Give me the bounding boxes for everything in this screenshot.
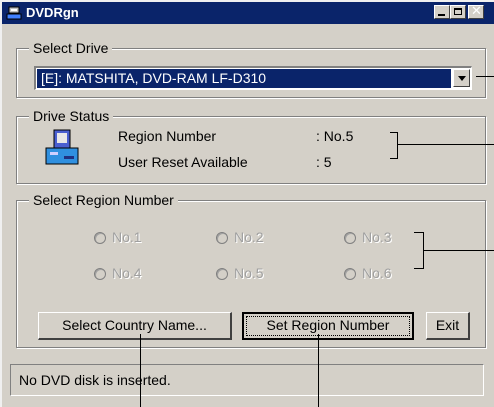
region-number-label: Region Number xyxy=(118,128,217,144)
region-label-1: No.1 xyxy=(112,229,142,245)
chevron-down-icon[interactable] xyxy=(453,69,470,87)
user-reset-label: User Reset Available xyxy=(118,154,248,170)
region-label-5: No.5 xyxy=(234,265,264,281)
callout-line-status xyxy=(397,144,494,145)
region-radio-4[interactable] xyxy=(94,268,106,280)
region-radio-6[interactable] xyxy=(344,268,356,280)
select-country-name-button[interactable]: Select Country Name... xyxy=(38,312,232,340)
window-title: DVDRgn xyxy=(26,5,79,20)
callout-bracket-region-bottom xyxy=(414,268,424,269)
callout-bracket-status-side xyxy=(397,132,398,158)
drive-select-value: [E]: MATSHITA, DVD-RAM LF-D310 xyxy=(37,69,451,88)
region-radio-1[interactable] xyxy=(94,232,106,244)
close-icon: ✕ xyxy=(471,3,482,18)
select-drive-legend: Select Drive xyxy=(29,40,113,56)
exit-button[interactable]: Exit xyxy=(426,312,470,340)
region-label-4: No.4 xyxy=(112,265,142,281)
drive-status-group: Drive Status xyxy=(16,108,486,184)
region-label-3: No.3 xyxy=(362,229,392,245)
region-radio-5[interactable] xyxy=(216,268,228,280)
region-label-2: No.2 xyxy=(234,229,264,245)
close-button[interactable]: ✕ xyxy=(468,3,484,19)
region-label-6: No.6 xyxy=(362,265,392,281)
select-region-legend: Select Region Number xyxy=(29,192,178,208)
maximize-button[interactable] xyxy=(450,5,466,19)
callout-line-country xyxy=(140,334,141,407)
status-bar: No DVD disk is inserted. xyxy=(10,364,484,396)
region-radio-2[interactable] xyxy=(216,232,228,244)
maximize-icon xyxy=(454,8,462,15)
callout-bracket-status-bottom xyxy=(390,158,398,159)
region-radio-3[interactable] xyxy=(344,232,356,244)
callout-line-set-region xyxy=(318,334,319,407)
dvdrgn-window: DVDRgn ✕ Select Drive [E]: MATSHITA, DVD… xyxy=(0,0,494,407)
drive-select[interactable]: [E]: MATSHITA, DVD-RAM LF-D310 xyxy=(34,66,472,90)
set-region-number-button[interactable]: Set Region Number xyxy=(242,312,414,340)
disc-drive-icon xyxy=(6,6,22,20)
callout-line-region xyxy=(423,250,494,251)
minimize-button[interactable] xyxy=(434,5,450,19)
region-number-value: : No.5 xyxy=(316,128,354,144)
drive-status-legend: Drive Status xyxy=(29,108,114,124)
drive-icon xyxy=(45,129,79,165)
callout-line-drive xyxy=(476,76,494,77)
title-bar[interactable]: DVDRgn ✕ xyxy=(2,2,494,24)
minimize-icon xyxy=(438,14,445,16)
user-reset-value: : 5 xyxy=(316,154,332,170)
